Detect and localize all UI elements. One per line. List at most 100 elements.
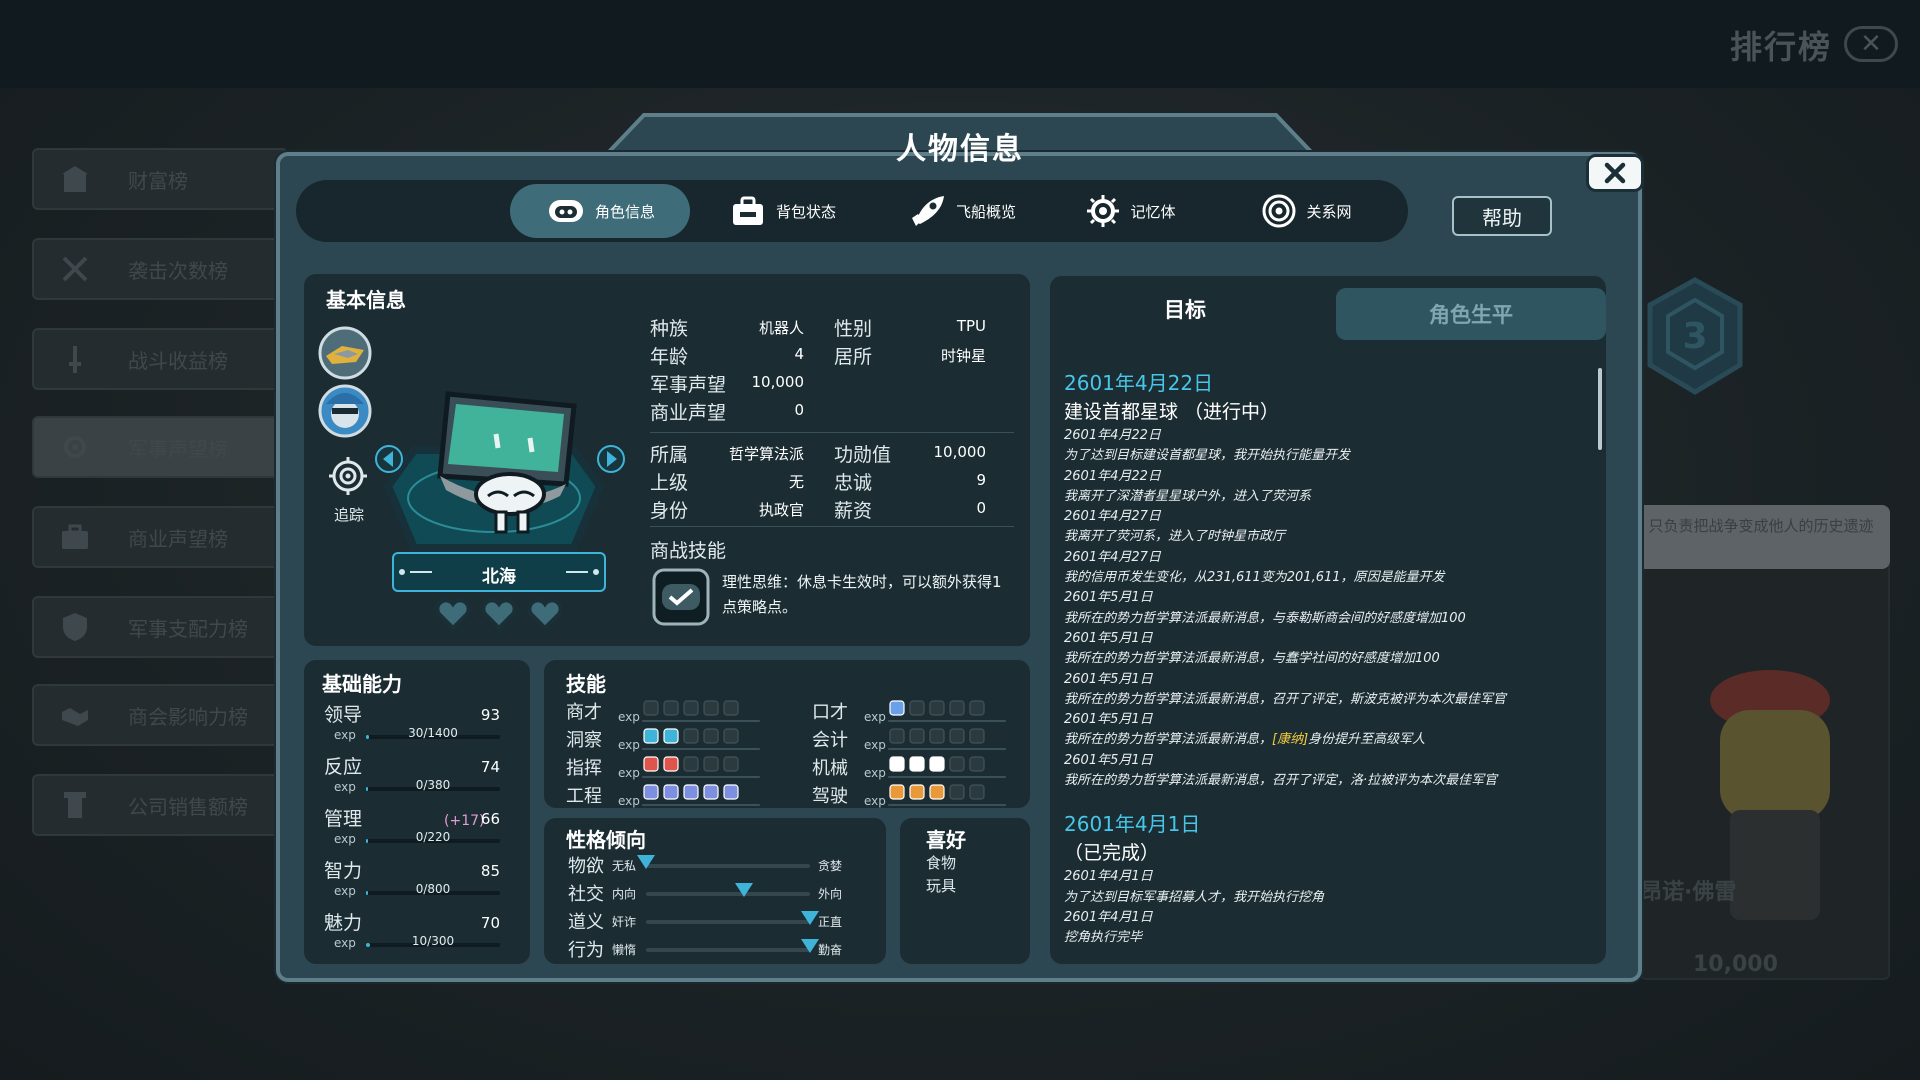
ability-label: 魅力 xyxy=(324,912,363,934)
crossed-swords-icon xyxy=(62,256,88,282)
tab-biography[interactable]: 角色生平 xyxy=(1336,288,1606,340)
field-value-age: 4 xyxy=(794,345,804,363)
personality-label: 道义 xyxy=(568,912,604,933)
skill-level-icon xyxy=(703,700,719,716)
skill-level-icon xyxy=(703,756,719,772)
tab-character-info[interactable]: 角色信息 xyxy=(510,184,690,238)
goal-log-entry: 2601年5月1日 xyxy=(1064,752,1153,768)
leaderboard-item[interactable]: 商会影响力榜 xyxy=(32,684,288,746)
field-label-faction: 所属 xyxy=(650,444,689,466)
field-label-identity: 身份 xyxy=(650,500,689,522)
ship-avatar-icon[interactable] xyxy=(316,326,374,380)
help-button[interactable]: 帮助 xyxy=(1452,196,1552,236)
goal-log-entry: 我所在的势力哲学算法派最新消息，召开了评定，斯波克被评为本次最佳军官 xyxy=(1064,691,1507,707)
heart-icon xyxy=(481,598,517,631)
prev-character-button[interactable] xyxy=(374,444,404,474)
leaderboard-item[interactable]: 公司销售额榜 xyxy=(32,774,288,836)
leaderboard-item[interactable]: 军事支配力榜 xyxy=(32,596,288,658)
exp-label: exp xyxy=(864,794,886,808)
field-value-identity: 执政官 xyxy=(758,501,804,519)
exp-label: exp xyxy=(618,738,640,752)
leaderboard-item[interactable]: 战斗收益榜 xyxy=(32,328,288,390)
highlighted-name: [康纳] xyxy=(1272,732,1309,748)
tab-memory[interactable]: 记忆体 xyxy=(1040,184,1220,238)
skill-exp-bar xyxy=(642,776,760,778)
leaderboard-item-label: 商会影响力榜 xyxy=(128,704,248,729)
skill-exp-bar xyxy=(888,804,1006,806)
skill-level-icons xyxy=(642,783,740,801)
exp-label: exp xyxy=(618,710,640,724)
leaderboard-item-label: 袭击次数榜 xyxy=(128,258,228,283)
gear-icon xyxy=(64,436,86,458)
leaderboard-item-label: 军事支配力榜 xyxy=(128,616,248,641)
divider xyxy=(650,432,1014,433)
ability-value: 70 xyxy=(480,914,500,932)
personality-marker-icon xyxy=(637,855,655,869)
goal-log-entry: 2601年4月27日 xyxy=(1064,509,1161,525)
chip-icon xyxy=(1087,195,1120,227)
skill-level-icon xyxy=(663,756,679,772)
rational-thinking-skill-icon[interactable] xyxy=(652,568,710,626)
goal-log-scrollbar[interactable] xyxy=(1598,368,1602,450)
leaderboard-item[interactable]: 军事声望榜 xyxy=(32,416,288,478)
skill-level-icon xyxy=(909,756,925,772)
skill-level-icon xyxy=(663,700,679,716)
skill-level-icon xyxy=(929,756,945,772)
leaderboard-close-button[interactable]: ✕ xyxy=(1844,26,1898,62)
personality-track xyxy=(646,948,810,952)
personality-title: 性格倾向 xyxy=(566,828,646,852)
exp-label: exp xyxy=(618,794,640,808)
skill-exp-bar xyxy=(888,776,1006,778)
modal-close-button[interactable] xyxy=(1586,154,1644,192)
goal-log-entry: 2601年5月1日 xyxy=(1064,590,1153,606)
skill-level-icon xyxy=(969,784,985,800)
character-name: 北海 xyxy=(482,567,516,587)
goal-log-entry: 为了达到目标建设首都星球，我开始执行能量开发 xyxy=(1064,448,1351,464)
goal-log-entry: 为了达到目标军事招募人才，我开始执行挖角 xyxy=(1064,889,1325,905)
personality-track xyxy=(646,920,810,924)
ability-exp-value: 0/220 xyxy=(415,830,451,844)
skill-level-icon xyxy=(889,700,905,716)
skill-level-icon xyxy=(643,784,659,800)
track-target-icon[interactable] xyxy=(328,456,368,496)
skill-level-icon xyxy=(663,728,679,744)
robot-face-icon xyxy=(548,200,583,222)
skill-level-icon xyxy=(643,700,659,716)
ability-exp-value: 30/1400 xyxy=(408,726,458,740)
crew-avatar-icon[interactable] xyxy=(316,384,374,438)
tab-backpack[interactable]: 背包状态 xyxy=(692,184,872,238)
ability-label: 领导 xyxy=(324,704,363,726)
skill-label: 口才 xyxy=(812,702,848,723)
skill-exp-bar xyxy=(888,720,1006,722)
skill-level-icons xyxy=(888,783,986,801)
skill-label: 商才 xyxy=(566,702,602,723)
goal-log-entry: 我所在的势力哲学算法派最新消息，与泰勒斯商会间的好感度增加100 xyxy=(1064,610,1466,626)
abilities-title: 基础能力 xyxy=(322,672,402,696)
personality-left-label: 奸诈 xyxy=(612,915,637,929)
leaderboard-item[interactable]: 商业声望榜 xyxy=(32,506,288,568)
next-character-button[interactable] xyxy=(596,444,626,474)
skill-level-icon xyxy=(909,784,925,800)
skill-level-icon xyxy=(723,784,739,800)
goal-group: 2601年4月1日 （已完成） 2601年4月1日 为了达到目标军事招募人才，我开始执… xyxy=(1064,809,1594,948)
field-label-race: 种族 xyxy=(650,318,689,340)
leaderboard-item-label: 军事声望榜 xyxy=(128,436,228,461)
skill-level-icon xyxy=(663,784,679,800)
exp-label: exp xyxy=(334,728,356,742)
goal-log-entry: 我所在的势力哲学算法派最新消息，[康纳]身份提升至高级军人 xyxy=(1064,732,1426,748)
field-label-salary: 薪资 xyxy=(834,500,873,522)
tab-relations[interactable]: 关系网 xyxy=(1216,184,1396,238)
goal-log-entry: 2601年4月22日 xyxy=(1064,468,1161,484)
field-value-salary: 0 xyxy=(976,499,986,517)
tower-icon xyxy=(64,792,86,818)
tab-goals[interactable]: 目标 xyxy=(1050,276,1320,342)
tab-ship-overview[interactable]: 飞船概览 xyxy=(872,184,1052,238)
ability-exp-value: 0/380 xyxy=(415,778,451,792)
business-skill-desc: 理性思维：休息卡生效时，可以额外获得1点策略点。 xyxy=(722,573,1002,616)
personality-label: 物欲 xyxy=(568,856,604,877)
track-label: 追踪 xyxy=(334,506,365,524)
field-label-superior: 上级 xyxy=(650,472,689,494)
leaderboard-item[interactable]: 袭击次数榜 xyxy=(32,238,288,300)
ability-label: 管理 xyxy=(324,808,363,830)
personality-track xyxy=(646,864,810,868)
